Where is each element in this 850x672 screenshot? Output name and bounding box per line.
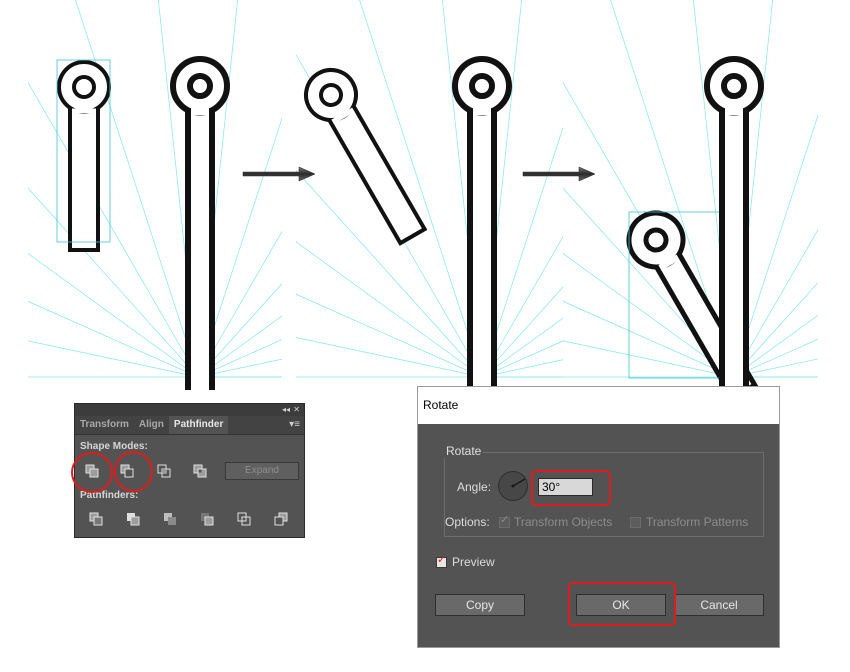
panel-tabs: Transform Align Pathfinder ▾≡ xyxy=(75,416,304,435)
step-arrows xyxy=(242,166,596,182)
preview-checkbox[interactable]: ✓ xyxy=(436,554,447,568)
dialog-title: Rotate xyxy=(418,387,779,424)
dial-needle-icon xyxy=(511,478,526,488)
big-hand xyxy=(452,56,512,390)
hand-stem xyxy=(185,108,215,390)
hand-ring-inner xyxy=(721,73,747,99)
guide-line xyxy=(732,358,818,378)
tab-align[interactable]: Align xyxy=(134,416,169,434)
guide-line xyxy=(732,282,818,378)
guide-line xyxy=(296,169,483,378)
ok-highlight xyxy=(568,582,676,626)
guide-line xyxy=(75,0,199,378)
panel-title-bar[interactable]: ◂◂ ✕ xyxy=(75,404,304,416)
hand-ring-inner xyxy=(187,73,213,99)
angle-highlight xyxy=(531,470,611,506)
unite-highlight xyxy=(71,452,113,493)
guide-line xyxy=(481,286,563,378)
transform-patterns-label: Transform Patterns xyxy=(646,515,749,529)
rotate-group-label: Rotate xyxy=(444,444,484,458)
minus-front-highlight xyxy=(114,451,153,492)
panel-menu-icon[interactable]: ▾≡ xyxy=(289,416,300,434)
guide-line xyxy=(732,114,818,378)
merge-icon[interactable] xyxy=(162,511,178,527)
hand-stem xyxy=(327,105,428,246)
guide-line xyxy=(732,338,818,378)
hand-ring-inner xyxy=(72,75,96,99)
expand-button[interactable]: Expand xyxy=(225,462,299,480)
guide-line xyxy=(197,230,282,378)
transform-patterns-checkbox[interactable] xyxy=(630,517,641,528)
checkmark-icon: ✓ xyxy=(500,514,510,526)
close-icon[interactable]: ✕ xyxy=(293,404,300,416)
guide-line xyxy=(732,229,818,378)
minus-back-icon[interactable] xyxy=(273,511,289,527)
hand-stem xyxy=(467,108,497,390)
small-hand-selected xyxy=(57,60,111,252)
guide-line xyxy=(296,337,483,378)
guide-line xyxy=(28,340,199,378)
transform-objects-label: Transform Objects xyxy=(514,515,613,529)
hand-stem xyxy=(68,108,100,252)
hand-ring-inner xyxy=(469,73,495,99)
outline-icon[interactable] xyxy=(236,511,252,527)
clock-hand-artwork[interactable] xyxy=(56,56,767,390)
intersect-icon[interactable] xyxy=(156,463,172,479)
angle-dial[interactable] xyxy=(498,471,528,501)
crop-icon[interactable] xyxy=(199,511,215,527)
guide-line xyxy=(481,317,563,378)
copy-button[interactable]: Copy xyxy=(435,594,525,616)
small-hand-rotated xyxy=(304,68,428,246)
collapse-icon[interactable]: ◂◂ xyxy=(282,404,290,416)
tab-transform[interactable]: Transform xyxy=(75,416,134,434)
tab-pathfinder[interactable]: Pathfinder xyxy=(168,416,229,434)
angle-label: Angle: xyxy=(457,480,492,494)
divide-icon[interactable] xyxy=(88,511,104,527)
trim-icon[interactable] xyxy=(125,511,141,527)
cancel-button[interactable]: Cancel xyxy=(674,594,764,616)
guide-line xyxy=(197,315,282,378)
right-arrow-icon xyxy=(522,166,596,182)
preview-label: Preview xyxy=(452,555,495,569)
checkmark-icon: ✓ xyxy=(437,554,447,566)
options-label: Options: xyxy=(445,515,490,529)
artboard-canvas[interactable] xyxy=(0,0,850,390)
exclude-icon[interactable] xyxy=(192,463,208,479)
hand-stem xyxy=(719,108,749,390)
guide-line xyxy=(481,126,563,378)
guide-line xyxy=(296,54,483,378)
right-arrow-icon xyxy=(242,166,316,182)
shape-modes-label: Shape Modes: xyxy=(80,441,148,452)
transform-objects-checkbox[interactable]: ✓ xyxy=(499,514,510,528)
